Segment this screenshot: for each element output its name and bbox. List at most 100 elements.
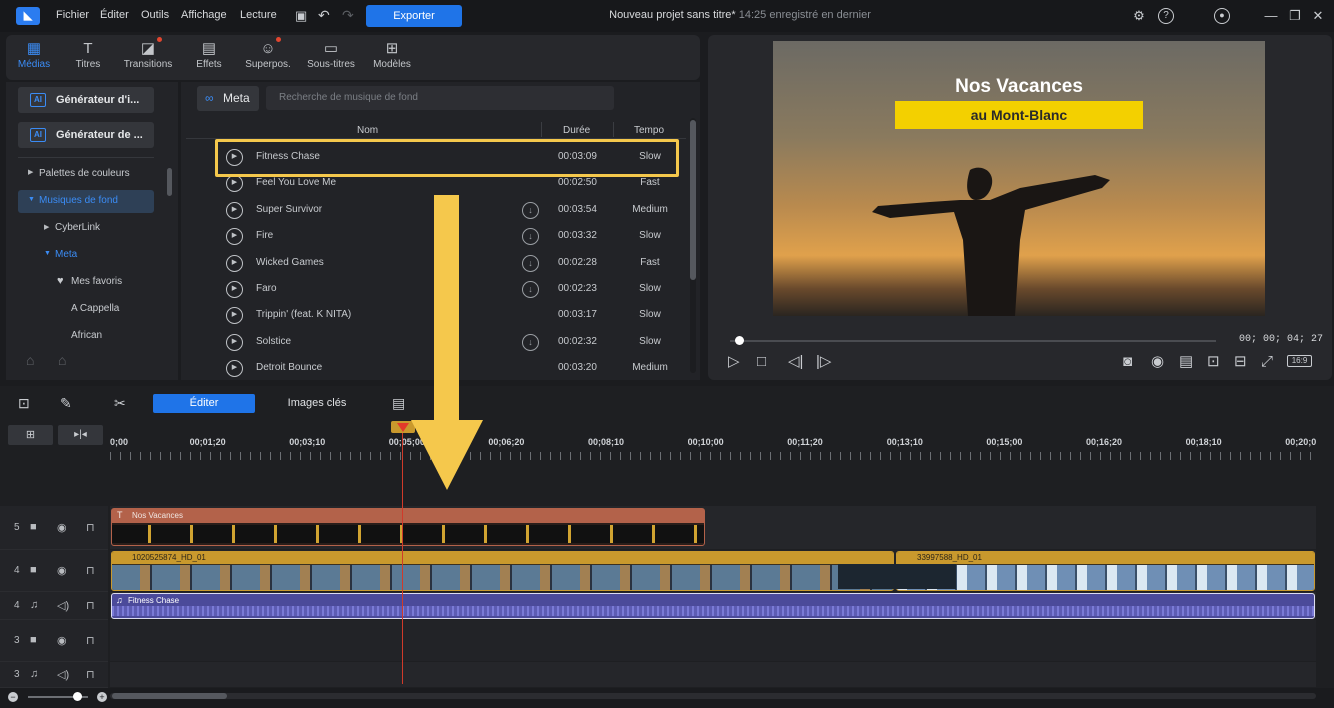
download-icon[interactable]: ↓ [522, 281, 539, 298]
track-header[interactable]: 4 ■ ◉ ⊓ [0, 550, 108, 592]
track-header[interactable]: 5 ■ ◉ ⊓ [0, 506, 108, 550]
library-scrollbar[interactable] [690, 118, 696, 373]
column-tempo[interactable]: Tempo [634, 125, 664, 136]
play-preview-icon[interactable]: ▶ [226, 281, 243, 298]
column-name[interactable]: Nom [357, 125, 378, 136]
ai-generator-button-1[interactable]: AI Générateur d'i... [18, 87, 154, 113]
mute-icon[interactable]: ◁) [57, 599, 69, 612]
sidebar-scrollbar[interactable] [167, 168, 172, 196]
tab-media[interactable]: ▦ Médias [6, 39, 62, 70]
undo-icon[interactable]: ↶ [318, 7, 330, 24]
minimize-icon[interactable]: — [1263, 8, 1279, 24]
lock-icon[interactable]: ⊓ [86, 668, 95, 681]
play-preview-icon[interactable]: ▶ [226, 201, 243, 219]
add-tag-icon[interactable]: ⌂ [26, 352, 34, 368]
timeline-scrollbar[interactable] [110, 693, 1316, 699]
previous-frame-icon[interactable]: ◁| [788, 353, 803, 371]
audio-clip[interactable]: ♫ Fitness Chase [111, 593, 1315, 619]
lock-icon[interactable]: ⊓ [86, 521, 95, 534]
play-preview-icon[interactable]: ▶ [226, 175, 243, 193]
clip-properties-icon[interactable]: ▤ [392, 395, 405, 412]
tree-item-background-music[interactable]: Musiques de fond [39, 195, 118, 206]
play-preview-icon[interactable]: ▶ [226, 307, 243, 325]
download-icon[interactable]: ↓ [522, 254, 539, 272]
play-preview-icon[interactable]: ▶ [226, 254, 243, 272]
zoom-slider-handle[interactable] [73, 692, 82, 701]
add-track-icon[interactable]: ⊞ [8, 425, 53, 445]
playhead-triangle-icon[interactable] [397, 423, 409, 432]
mute-icon[interactable]: ◁) [57, 668, 69, 681]
fullscreen-icon[interactable]: ⤢ [1261, 353, 1273, 371]
visibility-eye-icon[interactable]: ◉ [57, 521, 67, 534]
menu-play[interactable]: Lecture [240, 9, 277, 21]
track-header[interactable]: 3 ■ ◉ ⊓ [0, 620, 108, 662]
scissors-icon[interactable]: ✂ [114, 395, 126, 412]
tree-item-cyberlink[interactable]: CyberLink [55, 222, 100, 233]
aspect-ratio-button[interactable]: 16:9 [1287, 355, 1312, 367]
tree-item-palettes[interactable]: Palettes de couleurs [39, 168, 130, 179]
account-icon[interactable]: ● [1214, 8, 1230, 24]
redo-icon[interactable]: ↷ [342, 7, 354, 24]
menu-file[interactable]: Fichier [56, 9, 89, 21]
save-icon[interactable]: ▣ [295, 8, 307, 24]
lock-icon[interactable]: ⊓ [86, 599, 95, 612]
download-icon[interactable]: ↓ [522, 333, 539, 351]
next-frame-icon[interactable]: |▷ [816, 353, 831, 371]
scrollbar-thumb[interactable] [690, 120, 696, 280]
dual-preview-icon[interactable]: ⊟ [1234, 353, 1247, 371]
tab-titles[interactable]: T Titres [60, 39, 116, 70]
lock-icon[interactable]: ⊓ [86, 634, 95, 647]
restore-icon[interactable]: ❐ [1287, 8, 1303, 24]
timeline-scrollbar-thumb[interactable] [112, 693, 227, 699]
music-search-input[interactable]: Recherche de musique de fond [266, 86, 614, 110]
edit-mode-button[interactable]: Éditer [153, 394, 255, 413]
export-button[interactable]: Exporter [366, 5, 462, 27]
column-duration[interactable]: Durée [563, 125, 590, 136]
preview-progress-handle[interactable] [735, 336, 744, 345]
subtitle-toggle-icon[interactable]: ▤ [1179, 353, 1193, 371]
tab-subtitles[interactable]: ▭ Sous-titres [303, 39, 359, 70]
tree-item-meta[interactable]: Meta [55, 249, 77, 260]
tab-transitions[interactable]: ◪ Transitions [120, 39, 176, 70]
render-preview-icon[interactable]: ◉ [1151, 353, 1164, 371]
track-manager-icon[interactable]: ⊡ [18, 395, 30, 412]
play-icon[interactable]: ▷ [728, 353, 740, 371]
close-icon[interactable]: ✕ [1310, 8, 1326, 24]
track-header[interactable]: 3 ♫ ◁) ⊓ [0, 662, 108, 688]
keyframes-button[interactable]: Images clés [268, 397, 366, 409]
video-clip-2[interactable]: 33997588_HD_01 [896, 551, 1315, 591]
pen-tool-icon[interactable]: ✎ [60, 395, 72, 412]
tab-templates[interactable]: ⊞ Modèles [364, 39, 420, 70]
menu-view[interactable]: Affichage [181, 9, 227, 21]
visibility-eye-icon[interactable]: ◉ [57, 564, 67, 577]
tree-item-a-cappella[interactable]: A Cappella [71, 303, 119, 314]
track-header[interactable]: 4 ♫ ◁) ⊓ [0, 592, 108, 620]
preview-progress-bar[interactable] [730, 340, 1216, 342]
remove-tag-icon[interactable]: ⌂ [58, 352, 66, 368]
ai-generator-button-2[interactable]: AI Générateur de ... [18, 122, 154, 148]
help-icon[interactable]: ? [1158, 8, 1174, 24]
play-preview-icon[interactable]: ▶ [226, 360, 243, 378]
tab-overlays[interactable]: ☺ Superpos. [240, 39, 296, 70]
track-lane[interactable] [110, 662, 1316, 687]
stop-icon[interactable]: □ [757, 353, 766, 371]
settings-gear-icon[interactable]: ⚙ [1131, 8, 1147, 24]
download-icon[interactable]: ↓ [522, 228, 539, 246]
snapshot-camera-icon[interactable]: ◙ [1123, 353, 1132, 371]
tree-item-favorites[interactable]: Mes favoris [71, 276, 122, 287]
tree-item-african[interactable]: African [71, 330, 102, 341]
zoom-fit-icon[interactable]: ⊡ [1207, 353, 1220, 371]
play-preview-icon[interactable]: ▶ [226, 333, 243, 351]
lock-icon[interactable]: ⊓ [86, 564, 95, 577]
zoom-in-icon[interactable]: + [97, 692, 107, 702]
menu-edit[interactable]: Éditer [100, 9, 129, 21]
play-preview-icon[interactable]: ▶ [226, 228, 243, 246]
download-icon[interactable]: ↓ [522, 201, 539, 219]
zoom-out-icon[interactable]: − [8, 692, 18, 702]
tab-effects[interactable]: ▤ Effets [181, 39, 237, 70]
video-clip-1[interactable]: 1020525874_HD_01 [111, 551, 894, 591]
title-clip[interactable]: Nos Vacances T [111, 508, 705, 546]
fit-timeline-icon[interactable]: ▸|◂ [58, 425, 103, 445]
playhead-line[interactable] [402, 426, 403, 684]
meta-source-button[interactable]: ∞ Meta [197, 86, 259, 111]
